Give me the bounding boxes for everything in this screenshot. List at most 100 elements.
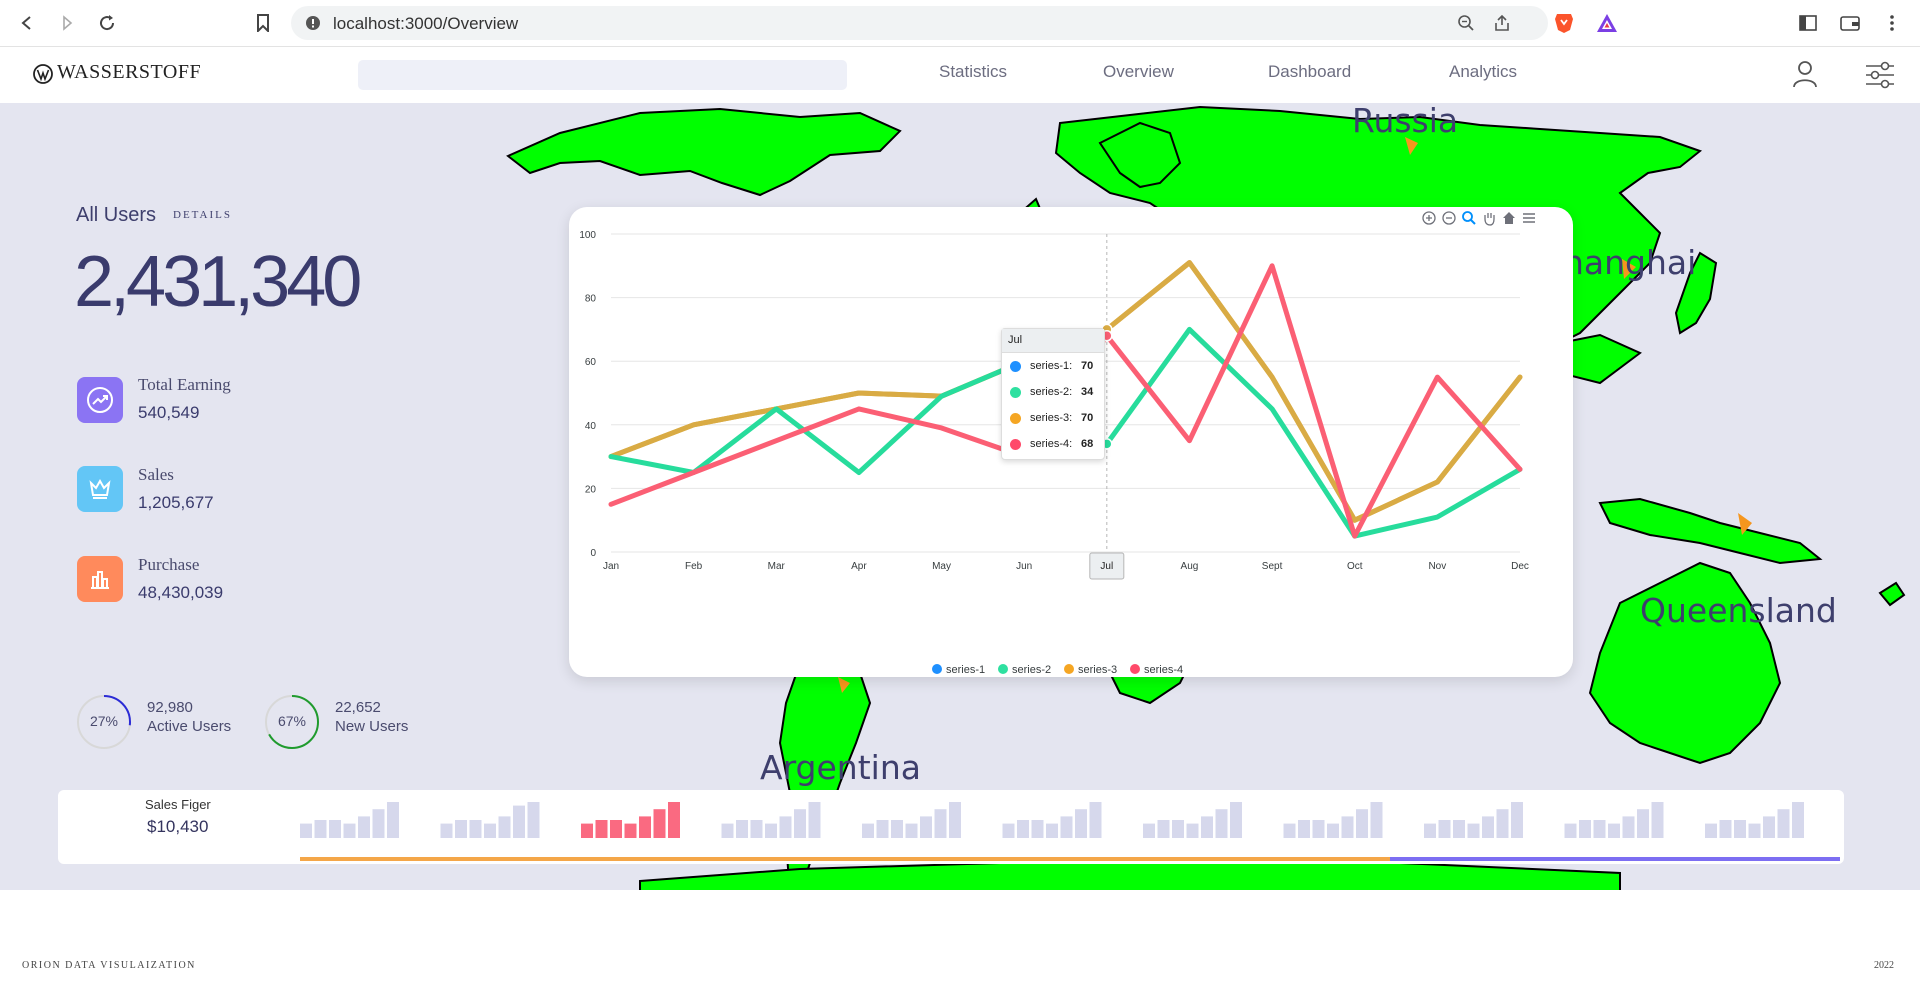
brave-shield-icon[interactable]	[1553, 12, 1575, 34]
new-users-value: 22,652	[335, 699, 381, 716]
spark-bar	[1453, 820, 1465, 838]
stat-value-purchase: 48,430,039	[138, 583, 224, 602]
stat-value-sales: 1,205,677	[138, 493, 214, 512]
brand-name[interactable]: WASSERSTOFF	[57, 61, 201, 84]
zoom-icon[interactable]	[1457, 14, 1475, 37]
zoom-in-icon[interactable]	[1421, 210, 1437, 231]
spark-bar	[1734, 820, 1746, 838]
x-tick-label: Dec	[1511, 561, 1529, 572]
tooltip-series-name: series-2:	[1030, 386, 1073, 398]
crown-icon	[77, 466, 123, 512]
x-tick-label: Aug	[1181, 561, 1199, 572]
series-marker-icon	[1010, 438, 1021, 450]
stat-label-sales: Sales	[138, 465, 174, 484]
line-chart-card[interactable]: 0 20 40 60 80 100 Jan Feb Mar Apr May Jun Jul Aug Sept…	[569, 207, 1573, 677]
spark-bar	[610, 820, 622, 838]
forward-icon[interactable]	[56, 12, 78, 34]
dashboard-main: Russia Shanghai Queensland South Africa …	[0, 103, 1920, 890]
reload-icon[interactable]	[96, 12, 118, 34]
search-input[interactable]	[358, 60, 847, 90]
tooltip-row: series-3: 70	[1002, 405, 1104, 431]
menu-icon[interactable]	[1521, 210, 1537, 231]
map-new-zealand	[1878, 581, 1906, 607]
spark-bar	[1215, 809, 1228, 838]
spark-bar	[1060, 816, 1073, 838]
spark-bar	[314, 820, 327, 838]
sales-figure-label: Sales Figer	[145, 797, 211, 812]
spark-bar	[920, 816, 932, 838]
x-tick-label: Apr	[851, 561, 867, 572]
spark-bar	[721, 823, 734, 838]
legend-item-series-2[interactable]: series-2	[998, 664, 1051, 676]
wallet-icon[interactable]	[1839, 12, 1861, 34]
settings-sliders-icon[interactable]	[1865, 61, 1895, 94]
spark-bar	[1017, 820, 1029, 838]
page-footer: ORION DATA VISULAIZATION 2022	[0, 890, 1920, 981]
y-tick-label: 20	[585, 484, 597, 495]
spark-bar	[1763, 816, 1775, 838]
spark-bar	[624, 823, 637, 838]
nav-statistics[interactable]: Statistics	[939, 62, 1007, 82]
bookmark-icon[interactable]	[252, 12, 274, 34]
wordpress-logo-icon[interactable]	[33, 64, 53, 89]
map-indonesia	[1598, 497, 1823, 565]
nav-overview[interactable]: Overview	[1103, 62, 1174, 82]
pan-hand-icon[interactable]	[1481, 210, 1497, 231]
map-label-argentina: Argentina	[760, 748, 921, 787]
spark-bar	[862, 823, 874, 838]
x-tick-label: May	[932, 561, 951, 572]
sidebar-toggle-icon[interactable]	[1797, 12, 1819, 34]
zoom-out-icon[interactable]	[1441, 210, 1457, 231]
back-icon[interactable]	[16, 12, 38, 34]
spark-bar	[905, 823, 918, 838]
total-users-value: 2,431,340	[74, 242, 362, 322]
spark-bar	[765, 823, 777, 838]
brave-rewards-icon[interactable]	[1596, 12, 1618, 34]
spark-bar	[1143, 823, 1155, 838]
magnify-icon[interactable]	[1461, 210, 1477, 231]
sales-figure-panel: Sales Figer $10,430	[58, 790, 1844, 864]
spark-bar	[469, 820, 482, 838]
footer-brand: ORION DATA VISULAIZATION	[22, 960, 196, 971]
legend-item-series-1[interactable]: series-1	[932, 664, 985, 676]
user-icon[interactable]	[1792, 60, 1818, 93]
spark-bar	[1341, 816, 1354, 838]
spark-bar	[808, 802, 821, 838]
y-tick-label: 0	[590, 548, 596, 559]
spark-bar	[876, 820, 889, 838]
tooltip-series-name: series-3:	[1030, 412, 1073, 424]
info-icon[interactable]	[305, 15, 321, 36]
spark-bar	[1356, 809, 1368, 838]
home-icon[interactable]	[1501, 210, 1517, 231]
all-users-title: All Users	[76, 204, 157, 226]
share-icon[interactable]	[1493, 14, 1511, 37]
legend-item-series-3[interactable]: series-3	[1064, 664, 1117, 676]
spark-bar	[1637, 809, 1649, 838]
spark-bar	[794, 809, 806, 838]
spark-bar	[440, 823, 453, 838]
spark-bar	[1438, 820, 1451, 838]
spark-bar	[581, 823, 593, 838]
details-link[interactable]: DETAILS	[173, 209, 232, 221]
spark-bar	[1579, 820, 1591, 838]
spark-bar	[1230, 802, 1242, 838]
spark-bar	[750, 820, 763, 838]
browser-menu-icon[interactable]	[1881, 12, 1903, 34]
y-tick-label: 80	[585, 294, 597, 305]
legend-item-series-4[interactable]: series-4	[1130, 664, 1183, 676]
nav-dashboard[interactable]: Dashboard	[1268, 62, 1351, 82]
tooltip-series-value: 70	[1081, 360, 1094, 372]
spark-bar	[668, 802, 680, 838]
bar-chart-icon	[77, 556, 123, 602]
spark-bar	[1312, 820, 1325, 838]
svg-text:series-4: series-4	[1144, 664, 1183, 676]
tooltip-row: series-1: 70	[1002, 353, 1104, 379]
spark-bar	[1651, 802, 1664, 838]
y-tick-label: 100	[579, 230, 596, 241]
spark-bar	[1172, 820, 1184, 838]
nav-analytics[interactable]: Analytics	[1449, 62, 1517, 82]
active-users-value: 92,980	[147, 699, 193, 716]
address-bar[interactable]: localhost:3000/Overview	[291, 6, 1548, 40]
stat-value-total-earning: 540,549	[138, 403, 200, 422]
spark-bar	[779, 816, 792, 838]
